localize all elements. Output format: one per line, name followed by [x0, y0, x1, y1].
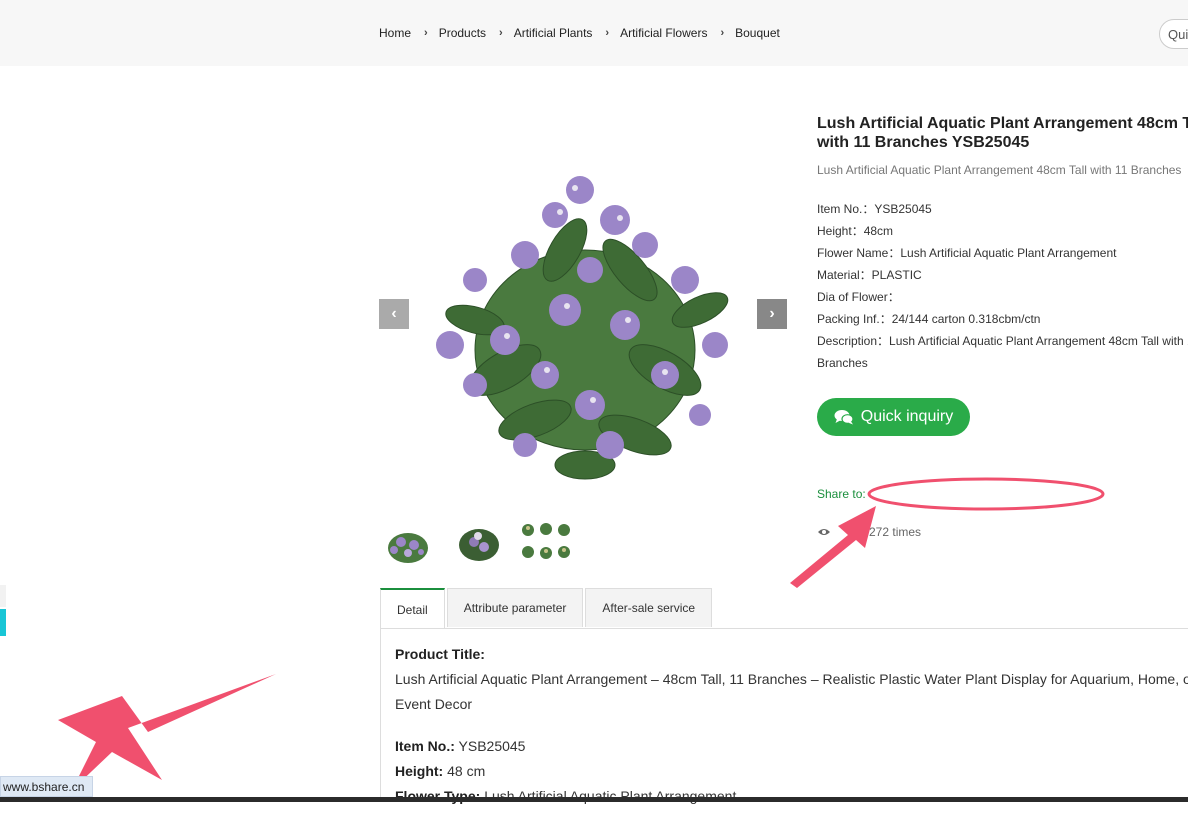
annotation-arrow-share: [790, 506, 876, 588]
tab-attribute-parameter[interactable]: Attribute parameter: [446, 588, 584, 627]
product-title: Lush Artificial Aquatic Plant Arrangemen…: [817, 114, 1188, 152]
detail-title-text-1: Lush Artificial Aquatic Plant Arrangemen…: [395, 671, 1188, 687]
detail-tabs: Detail Attribute parameter After-sale se…: [380, 588, 714, 629]
product-specs: Item No.：YSB25045 Height：48cm Flower Nam…: [817, 198, 1188, 374]
product-subtitle: Lush Artificial Aquatic Plant Arrangemen…: [817, 163, 1182, 177]
product-title-line-2: with 11 Branches YSB25045: [817, 134, 1030, 151]
breadcrumb-bouquet[interactable]: Bouquet: [735, 26, 780, 40]
product-image[interactable]: [415, 160, 755, 500]
top-bar: Home › Products › Artificial Plants › Ar…: [0, 0, 1188, 66]
annotation-ellipse: [867, 477, 1105, 511]
share-label: Share to:: [817, 487, 866, 501]
view-count-text: 272 times: [869, 525, 922, 539]
chevron-right-icon: ›: [424, 27, 428, 39]
thumbnail-2[interactable]: [452, 520, 507, 570]
side-widget[interactable]: [0, 585, 6, 607]
detail-title-text-2: Event Decor: [395, 696, 473, 712]
chevron-right-icon: ›: [720, 27, 725, 39]
tab-after-sale-service[interactable]: After-sale service: [585, 588, 713, 627]
product-title-line-1: Lush Artificial Aquatic Plant Arrangemen…: [817, 115, 1188, 132]
detail-item-value: YSB25045: [454, 738, 526, 754]
breadcrumb: Home › Products › Artificial Plants › Ar…: [379, 26, 780, 40]
status-bar-link: www.bshare.cn: [0, 776, 93, 797]
spec-packing: Packing Inf.：24/144 carton 0.318cbm/ctn: [817, 312, 1041, 326]
quick-search-button[interactable]: Qui: [1159, 19, 1188, 49]
tab-detail[interactable]: Detail: [380, 588, 445, 629]
detail-item-label: Item No.:: [395, 738, 455, 754]
gallery-next-button[interactable]: ›: [757, 299, 787, 329]
chat-bubbles-icon: [834, 410, 854, 425]
detail-content: Product Title: Lush Artificial Aquatic P…: [395, 646, 1188, 813]
breadcrumb-artificial-plants[interactable]: Artificial Plants: [514, 26, 593, 40]
spec-description: Description：Lush Artificial Aquatic Plan…: [817, 334, 1188, 348]
breadcrumb-products[interactable]: Products: [439, 26, 486, 40]
breadcrumb-artificial-flowers[interactable]: Artificial Flowers: [620, 26, 707, 40]
gallery-prev-button[interactable]: ‹: [379, 299, 409, 329]
spec-item-no: Item No.：YSB25045: [817, 202, 932, 216]
view-count: 272 times: [817, 525, 921, 539]
spec-flower-name: Flower Name：Lush Artificial Aquatic Plan…: [817, 246, 1117, 260]
spec-dia-of-flower: Dia of Flower：: [817, 290, 900, 304]
chevron-right-icon: ›: [499, 27, 503, 39]
detail-height-label: Height:: [395, 763, 444, 779]
spec-description-cont: Branches: [817, 356, 868, 370]
chevron-right-icon: ›: [605, 27, 610, 39]
detail-height-value: 48 cm: [443, 763, 486, 779]
bottom-bar: [0, 797, 1188, 802]
breadcrumb-home[interactable]: Home: [379, 26, 411, 40]
detail-title-label: Product Title:: [395, 646, 485, 662]
spec-material: Material：PLASTIC: [817, 268, 922, 282]
content-border: [380, 628, 381, 802]
thumbnail-1[interactable]: [381, 520, 436, 570]
side-widget-teal[interactable]: [0, 609, 6, 636]
thumbnail-3[interactable]: [518, 520, 573, 570]
annotation-arrow-status: [58, 674, 276, 790]
spec-height: Height：48cm: [817, 224, 894, 238]
quick-inquiry-button[interactable]: Quick inquiry: [817, 398, 970, 436]
eye-icon: [818, 529, 830, 535]
tab-divider: [380, 628, 1188, 629]
quick-inquiry-label: Quick inquiry: [860, 408, 954, 425]
